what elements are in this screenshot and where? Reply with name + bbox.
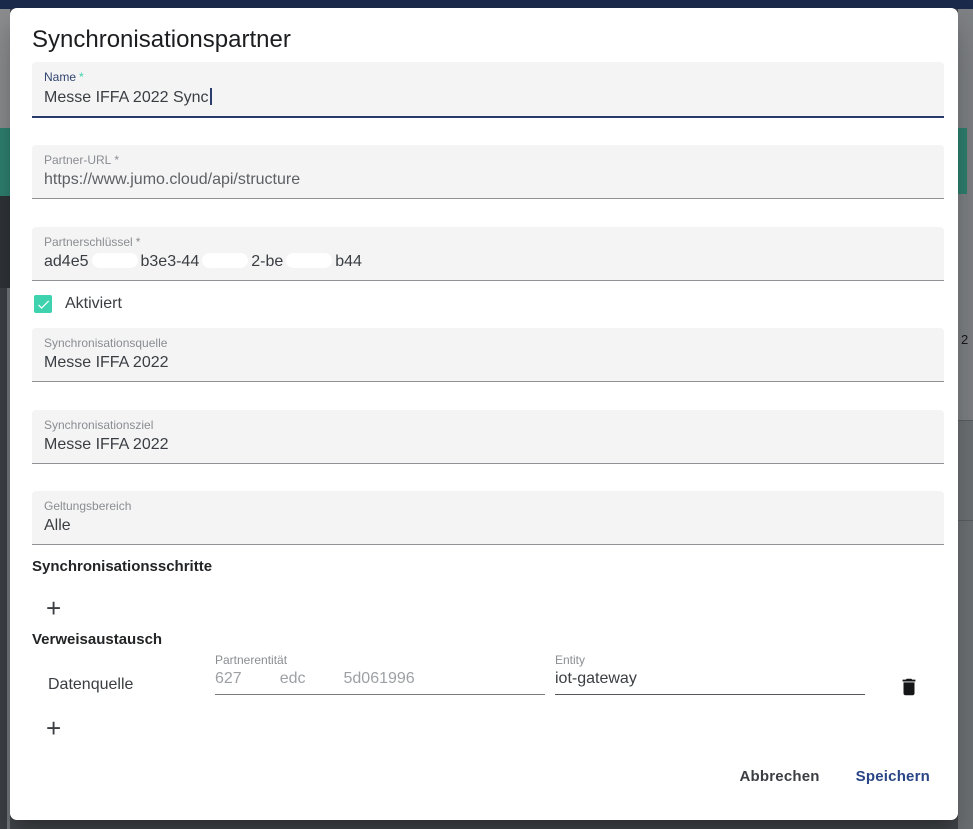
partner-url-field[interactable]: Partner-URL* https://www.jumo.cloud/api/… [32,145,944,199]
redaction-patch [202,253,248,268]
scope-value: Alle [44,517,932,535]
required-marker: * [136,235,141,249]
cancel-button[interactable]: Abbrechen [740,768,820,785]
sync-steps-heading: Synchronisationsschritte [32,558,212,575]
sync-target-label: Synchronisationsziel [44,418,932,432]
text-cursor [210,88,212,105]
save-button[interactable]: Speichern [856,768,930,785]
plus-icon: + [46,593,61,623]
add-sync-step-button[interactable]: + [46,596,61,620]
required-marker: * [79,70,84,84]
backdrop-right-dark-segment [958,420,973,829]
name-field[interactable]: Name* Messe IFFA 2022 Sync [32,62,944,118]
backdrop-left-teal-segment [0,128,10,196]
reference-exchange-heading: Verweisaustausch [32,631,162,648]
partner-key-field[interactable]: Partnerschlüssel* ad4e5b3e3-442-beb44 [32,227,944,281]
partner-url-label: Partner-URL* [44,153,932,167]
partner-entity-value: 627edc5d061996 [215,670,545,688]
partner-key-value: ad4e5b3e3-442-beb44 [44,253,932,271]
redaction-patch [245,670,277,685]
backdrop-right-divider [958,420,973,421]
sync-partner-dialog: Synchronisationspartner Name* Messe IFFA… [10,8,958,820]
redaction-patch [92,253,138,268]
sync-source-select[interactable]: Synchronisationsquelle Messe IFFA 2022 [32,328,944,382]
plus-icon: + [46,713,61,743]
aktiviert-label: Aktiviert [65,295,122,313]
reference-source-label: Datenquelle [48,676,133,694]
partner-entity-label: Partnerentität [215,653,545,667]
checkbox-checked-icon [34,295,52,313]
entity-field[interactable]: Entity iot-gateway [555,653,865,695]
dialog-title: Synchronisationspartner [32,26,291,54]
sync-target-field[interactable]: Synchronisationsziel Messe IFFA 2022 [32,410,944,464]
scope-label: Geltungsbereich [44,499,932,513]
backdrop-left-dark-segment [0,196,10,288]
redaction-patch [286,253,332,268]
aktiviert-checkbox[interactable]: Aktiviert [34,295,122,313]
backdrop-right-teal-segment [958,128,967,194]
delete-reference-button[interactable] [898,676,920,700]
backdrop-right-divider [958,520,973,521]
backdrop-left-gray-segment [0,9,10,128]
sync-source-value: Messe IFFA 2022 [44,354,932,372]
entity-label: Entity [555,653,865,667]
required-marker: * [114,153,119,167]
name-label: Name* [44,70,932,84]
add-reference-button[interactable]: + [46,716,61,740]
redaction-patch [309,670,341,685]
partner-url-value: https://www.jumo.cloud/api/structure [44,171,932,189]
name-value: Messe IFFA 2022 Sync [44,88,932,107]
entity-value: iot-gateway [555,670,865,688]
backdrop-text-fragment: 2 [961,332,968,347]
scope-select[interactable]: Geltungsbereich Alle [32,491,944,545]
sync-target-value: Messe IFFA 2022 [44,436,932,454]
partner-key-label: Partnerschlüssel* [44,235,932,249]
sync-source-label: Synchronisationsquelle [44,336,932,350]
dialog-actions: Abbrechen Speichern [740,768,930,785]
trash-icon [898,676,920,698]
partner-entity-field[interactable]: Partnerentität 627edc5d061996 [215,653,545,695]
